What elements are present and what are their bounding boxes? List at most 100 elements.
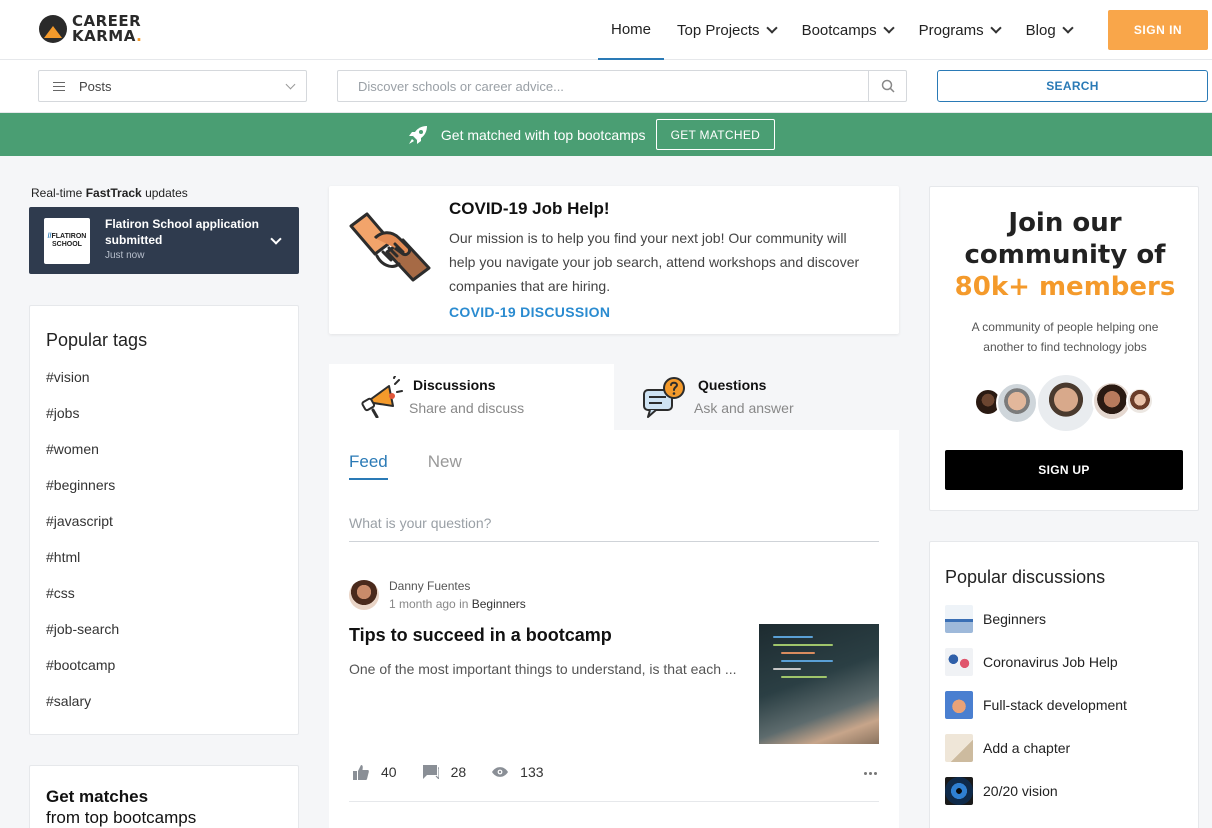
popular-discussion-item[interactable]: Full-stack development bbox=[945, 691, 1127, 719]
tab-discussions[interactable]: Discussions Share and discuss bbox=[329, 364, 614, 430]
tab-questions[interactable]: Questions Ask and answer bbox=[614, 364, 899, 430]
tag-link[interactable]: #salary bbox=[46, 693, 91, 709]
eye-icon bbox=[492, 767, 509, 777]
nav-programs[interactable]: Programs bbox=[906, 0, 1013, 60]
comment-icon bbox=[422, 765, 439, 779]
fasttrack-label: Real-time FastTrack updates bbox=[31, 186, 188, 200]
post-thumbnail[interactable] bbox=[759, 624, 879, 744]
chevron-down-icon bbox=[285, 79, 296, 90]
popular-discussion-item[interactable]: Beginners bbox=[945, 605, 1046, 633]
popular-discussion-item[interactable]: Coronavirus Job Help bbox=[945, 648, 1118, 676]
tag-link[interactable]: #women bbox=[46, 441, 99, 457]
post-category[interactable]: Beginners bbox=[472, 597, 526, 611]
fasttrack-label-prefix: Real-time bbox=[31, 186, 86, 200]
join-accent: 80k+ members bbox=[954, 272, 1176, 302]
popular-discussion-label: 20/20 vision bbox=[983, 783, 1058, 799]
popular-discussion-item[interactable]: 20/20 vision bbox=[945, 777, 1058, 805]
tag-link[interactable]: #job-search bbox=[46, 621, 119, 637]
avatar bbox=[1036, 373, 1096, 433]
tab-new[interactable]: New bbox=[428, 452, 462, 480]
banner-text: Get matched with top bootcamps bbox=[440, 126, 646, 143]
post-title[interactable]: Tips to succeed in a bootcamp bbox=[349, 625, 612, 646]
logo-line-2: KARMA bbox=[72, 27, 137, 45]
join-title: Join our community of 80k+ members bbox=[930, 207, 1200, 303]
nav-top-projects[interactable]: Top Projects bbox=[664, 0, 789, 60]
get-matches-title: Get matches bbox=[46, 787, 149, 806]
covid-discussion-link[interactable]: COVID-19 DISCUSSION bbox=[449, 304, 610, 320]
popular-discussion-item[interactable]: Add a chapter bbox=[945, 734, 1070, 762]
popular-discussion-label: Beginners bbox=[983, 611, 1047, 627]
popular-discussions-card: Popular discussions Beginners Coronaviru… bbox=[929, 541, 1199, 828]
search-bar-row: Posts SEARCH bbox=[0, 60, 1212, 113]
mountain-thumb-icon bbox=[945, 605, 973, 633]
nav-blog[interactable]: Blog bbox=[1013, 0, 1085, 60]
tag-link[interactable]: #bootcamp bbox=[46, 657, 115, 673]
search-button[interactable]: SEARCH bbox=[937, 70, 1208, 102]
logo-dot: . bbox=[136, 27, 143, 45]
post-type-value: Posts bbox=[79, 78, 112, 94]
post-in: in bbox=[459, 597, 469, 611]
popular-discussion-label: Add a chapter bbox=[983, 740, 1071, 756]
avatar bbox=[1126, 387, 1154, 415]
post-type-select[interactable]: Posts bbox=[38, 70, 307, 102]
chevron-down-icon bbox=[765, 21, 778, 34]
main-nav: Home Top Projects Bootcamps Programs Blo… bbox=[598, 0, 1085, 60]
question-input[interactable] bbox=[349, 506, 879, 540]
fasttrack-time: Just now bbox=[105, 250, 145, 261]
join-line-1: Join our bbox=[1008, 208, 1122, 238]
tab-discussions-sub: Share and discuss bbox=[409, 400, 525, 416]
tab-discussions-label: Discussions bbox=[413, 377, 496, 393]
avatar[interactable] bbox=[349, 580, 379, 610]
sign-in-button[interactable]: SIGN IN bbox=[1108, 10, 1208, 50]
join-subtitle: A community of people helping one anothe… bbox=[971, 320, 1159, 354]
career-karma-logo[interactable]: CAREER KARMA. bbox=[38, 14, 142, 44]
hand-thumb-icon bbox=[945, 691, 973, 719]
sign-up-button[interactable]: SIGN UP bbox=[945, 450, 1183, 490]
post-excerpt: One of the most important things to unde… bbox=[349, 661, 737, 677]
tag-link[interactable]: #jobs bbox=[46, 405, 79, 421]
nav-home[interactable]: Home bbox=[598, 0, 665, 60]
tab-questions-sub: Ask and answer bbox=[694, 400, 794, 416]
like-button[interactable]: 40 bbox=[353, 764, 397, 780]
nav-blog-label: Blog bbox=[1025, 21, 1056, 39]
tag-link[interactable]: #javascript bbox=[46, 513, 113, 529]
covid-job-help-card: COVID-19 Job Help! Our mission is to hel… bbox=[329, 186, 899, 334]
flatiron-logo-line-2: SCHOOL bbox=[52, 241, 82, 248]
popular-tags-title: Popular tags bbox=[46, 330, 148, 350]
nav-home-label: Home bbox=[611, 20, 652, 38]
view-count: 133 bbox=[520, 764, 544, 780]
flatiron-logo-line-1: FLATIRON bbox=[51, 233, 87, 240]
question-field bbox=[349, 506, 879, 542]
list-icon bbox=[53, 81, 65, 91]
more-options-icon[interactable] bbox=[862, 772, 877, 775]
fasttrack-label-bold: FastTrack bbox=[85, 186, 142, 200]
views-stat: 133 bbox=[492, 764, 544, 780]
search-input[interactable] bbox=[338, 71, 868, 101]
chevron-down-icon bbox=[989, 21, 1002, 34]
post-stats: 40 28 133 bbox=[353, 764, 570, 780]
megaphone-icon bbox=[361, 376, 403, 418]
popular-discussion-label: Full-stack development bbox=[983, 697, 1127, 713]
popular-discussion-label: Coronavirus Job Help bbox=[983, 654, 1118, 670]
tag-link[interactable]: #beginners bbox=[46, 477, 115, 493]
nav-bootcamps[interactable]: Bootcamps bbox=[789, 0, 906, 60]
post-card[interactable]: Danny Fuentes 1 month ago in Beginners T… bbox=[349, 576, 879, 802]
covid-body: Our mission is to help you find your nex… bbox=[449, 230, 860, 294]
join-community-card: Join our community of 80k+ members A com… bbox=[929, 186, 1199, 511]
tab-feed[interactable]: Feed bbox=[349, 452, 388, 480]
chevron-down-icon bbox=[1062, 21, 1074, 34]
get-matches-subtitle: from top bootcamps bbox=[46, 808, 197, 827]
post-author[interactable]: Danny Fuentes bbox=[389, 579, 470, 593]
search-icon[interactable] bbox=[868, 71, 906, 101]
flatiron-school-logo: //FLATIRON SCHOOL bbox=[44, 218, 90, 264]
discussion-panel: Discussions Share and discuss Questions … bbox=[329, 364, 899, 828]
tag-link[interactable]: #html bbox=[46, 549, 80, 565]
tag-link[interactable]: #vision bbox=[46, 369, 90, 385]
fasttrack-label-suffix: updates bbox=[141, 186, 188, 200]
tag-link[interactable]: #css bbox=[46, 585, 75, 601]
people-thumb-icon bbox=[945, 648, 973, 676]
get-matched-button[interactable]: GET MATCHED bbox=[655, 119, 776, 150]
fasttrack-update-card[interactable]: //FLATIRON SCHOOL Flatiron School applic… bbox=[29, 207, 299, 274]
comment-button[interactable]: 28 bbox=[422, 764, 466, 780]
book-thumb-icon bbox=[945, 734, 973, 762]
